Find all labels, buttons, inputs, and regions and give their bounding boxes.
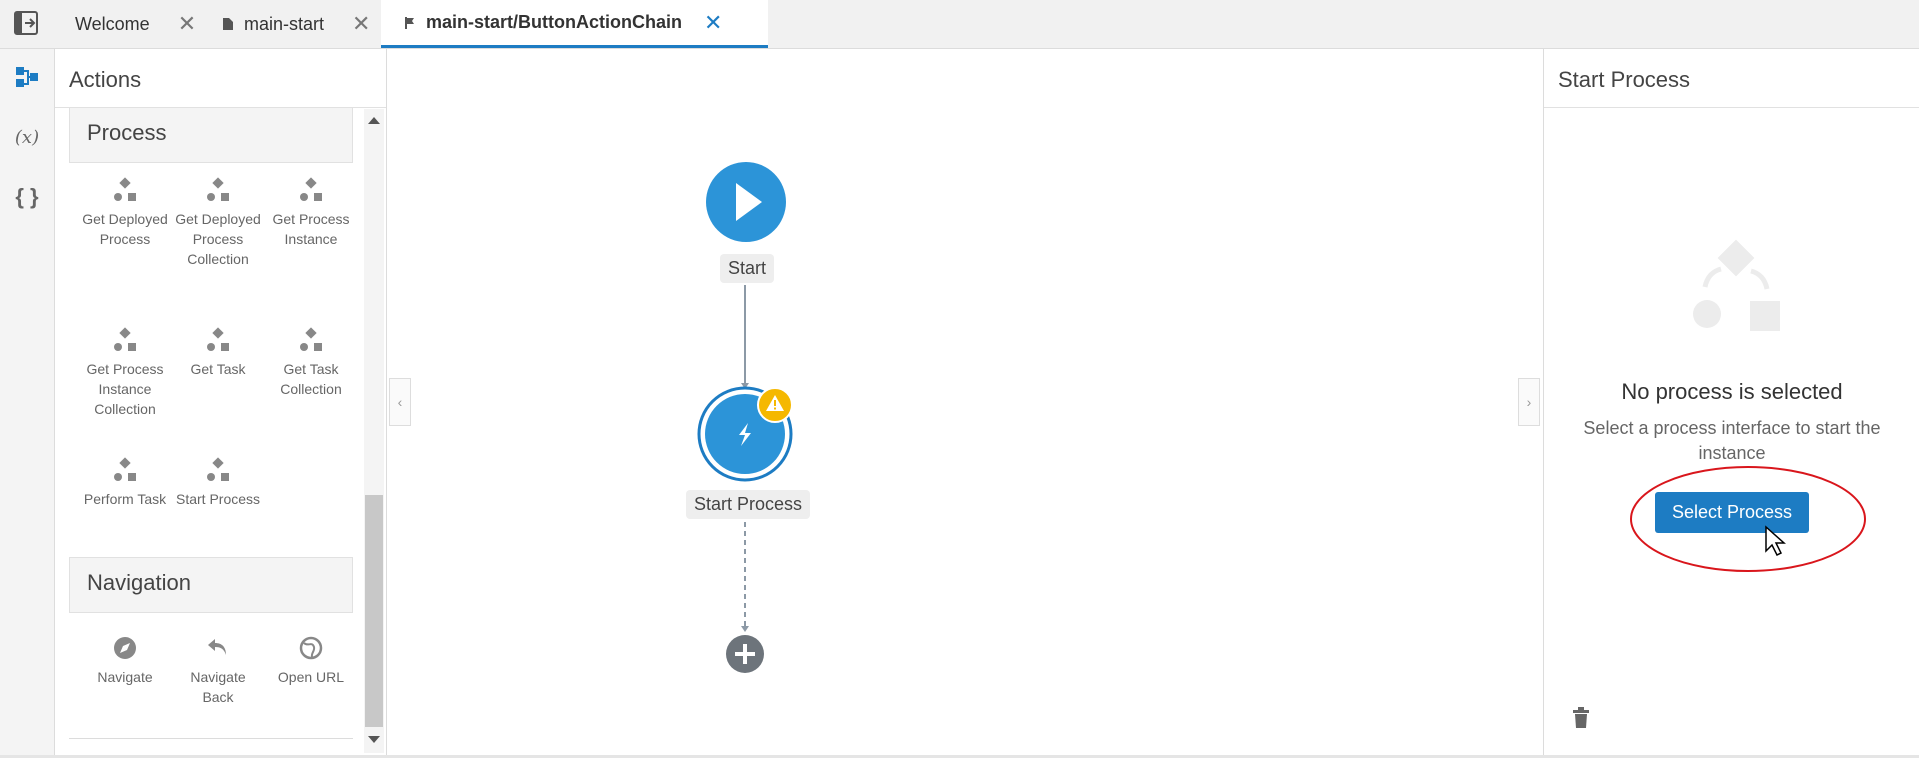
palette-item-get-process-instance-collection[interactable]: Get Process Instance Collection — [80, 327, 170, 419]
highlight-circle — [1630, 466, 1866, 572]
file-icon — [223, 18, 233, 30]
palette-item-navigate-back[interactable]: Navigate Back — [173, 635, 263, 707]
empty-state-title: No process is selected — [1621, 379, 1843, 404]
properties-panel: Start Process No process is selected Sel… — [1543, 49, 1919, 755]
close-icon[interactable]: ✕ — [704, 10, 722, 36]
process-icon — [207, 177, 229, 201]
palette-item-navigate[interactable]: Navigate — [80, 635, 170, 687]
start-node-icon[interactable] — [705, 161, 787, 243]
divider — [69, 738, 353, 739]
panel-title: Actions — [69, 67, 142, 92]
process-icon — [114, 177, 136, 201]
process-icon — [300, 327, 322, 351]
palette-item-label: Navigate — [97, 669, 153, 685]
section-process[interactable]: Process — [69, 108, 353, 163]
palette-item-perform-task[interactable]: Perform Task — [80, 457, 170, 509]
palette-item-get-task-collection[interactable]: Get Task Collection — [266, 327, 356, 399]
palette-item-open-url[interactable]: Open URL — [266, 635, 356, 687]
flag-icon — [405, 16, 414, 29]
empty-process-icon — [1693, 239, 1780, 331]
palette-item-get-task[interactable]: Get Task — [173, 327, 263, 379]
scrollbar-thumb[interactable] — [365, 495, 383, 727]
section-title: Process — [87, 120, 167, 145]
empty-state-text: Select a process interface to start the … — [1583, 418, 1881, 463]
palette-item-get-deployed-process-collection[interactable]: Get Deployed Process Collection — [173, 177, 263, 269]
tab-bar: Welcome ✕ main-start ✕ main-start/Button… — [0, 0, 1919, 49]
process-icon — [207, 457, 229, 481]
warning-icon[interactable] — [757, 387, 793, 423]
globe-icon — [299, 636, 323, 660]
palette-item-label: Get Process Instance — [272, 211, 350, 247]
back-arrow-icon — [208, 639, 226, 655]
palette-item-get-process-instance[interactable]: Get Process Instance — [266, 177, 356, 249]
close-icon[interactable]: ✕ — [352, 11, 370, 37]
mouse-cursor-icon — [1765, 525, 1786, 557]
palette-item-label: Perform Task — [83, 491, 167, 507]
scroll-up-icon[interactable] — [368, 117, 380, 124]
section-navigation[interactable]: Navigation — [69, 557, 353, 613]
scroll-down-icon[interactable] — [368, 736, 380, 743]
tab-label: main-start — [244, 13, 325, 34]
process-icon — [114, 457, 136, 481]
palette-item-start-process[interactable]: Start Process — [173, 457, 263, 509]
start-node-label: Start — [720, 254, 775, 283]
left-rail: (x) { } — [0, 49, 55, 755]
action-chain-icon[interactable] — [0, 57, 54, 97]
connector-arrow — [741, 626, 749, 632]
actions-header: Actions — [55, 49, 386, 108]
actions-panel: Actions Process Get Deployed Process Get… — [55, 49, 387, 755]
process-icon — [300, 177, 322, 201]
add-action-icon[interactable] — [725, 634, 765, 674]
palette-item-label: Get Process Instance Collection — [86, 361, 164, 417]
start-process-node-label: Start Process — [686, 490, 811, 519]
palette-item-label: Open URL — [277, 669, 345, 685]
tab-button-action-chain[interactable]: main-start/ButtonActionChain ✕ — [381, 0, 768, 48]
palette-item-label: Get Task Collection — [280, 361, 342, 397]
palette-item-label: Get Task — [190, 361, 246, 377]
palette-item-get-deployed-process[interactable]: Get Deployed Process — [80, 177, 170, 249]
section-title: Navigation — [87, 570, 191, 595]
types-icon[interactable]: { } — [0, 177, 54, 217]
tab-main-start[interactable]: main-start ✕ — [210, 0, 382, 48]
properties-header: Start Process — [1544, 49, 1919, 108]
delete-icon[interactable] — [1572, 707, 1590, 729]
close-icon[interactable]: ✕ — [178, 11, 196, 37]
compass-icon — [114, 637, 136, 659]
tab-label: Welcome — [75, 13, 150, 34]
palette-item-label: Start Process — [175, 491, 261, 507]
palette-item-label: Get Deployed Process Collection — [175, 211, 261, 267]
palette-item-label: Get Deployed Process — [82, 211, 168, 247]
flow-diagram — [741, 285, 749, 632]
toggle-panel-icon[interactable] — [14, 11, 38, 35]
panel-title: Start Process — [1558, 67, 1691, 92]
variables-icon[interactable]: (x) — [0, 117, 54, 157]
tab-welcome[interactable]: Welcome ✕ — [60, 0, 205, 48]
palette-item-label: Navigate Back — [190, 669, 246, 705]
process-icon — [114, 327, 136, 351]
action-chain-canvas[interactable]: ‹ › Start Start Process — [387, 49, 1543, 755]
tab-label: main-start/ButtonActionChain — [426, 12, 682, 32]
process-icon — [207, 327, 229, 351]
